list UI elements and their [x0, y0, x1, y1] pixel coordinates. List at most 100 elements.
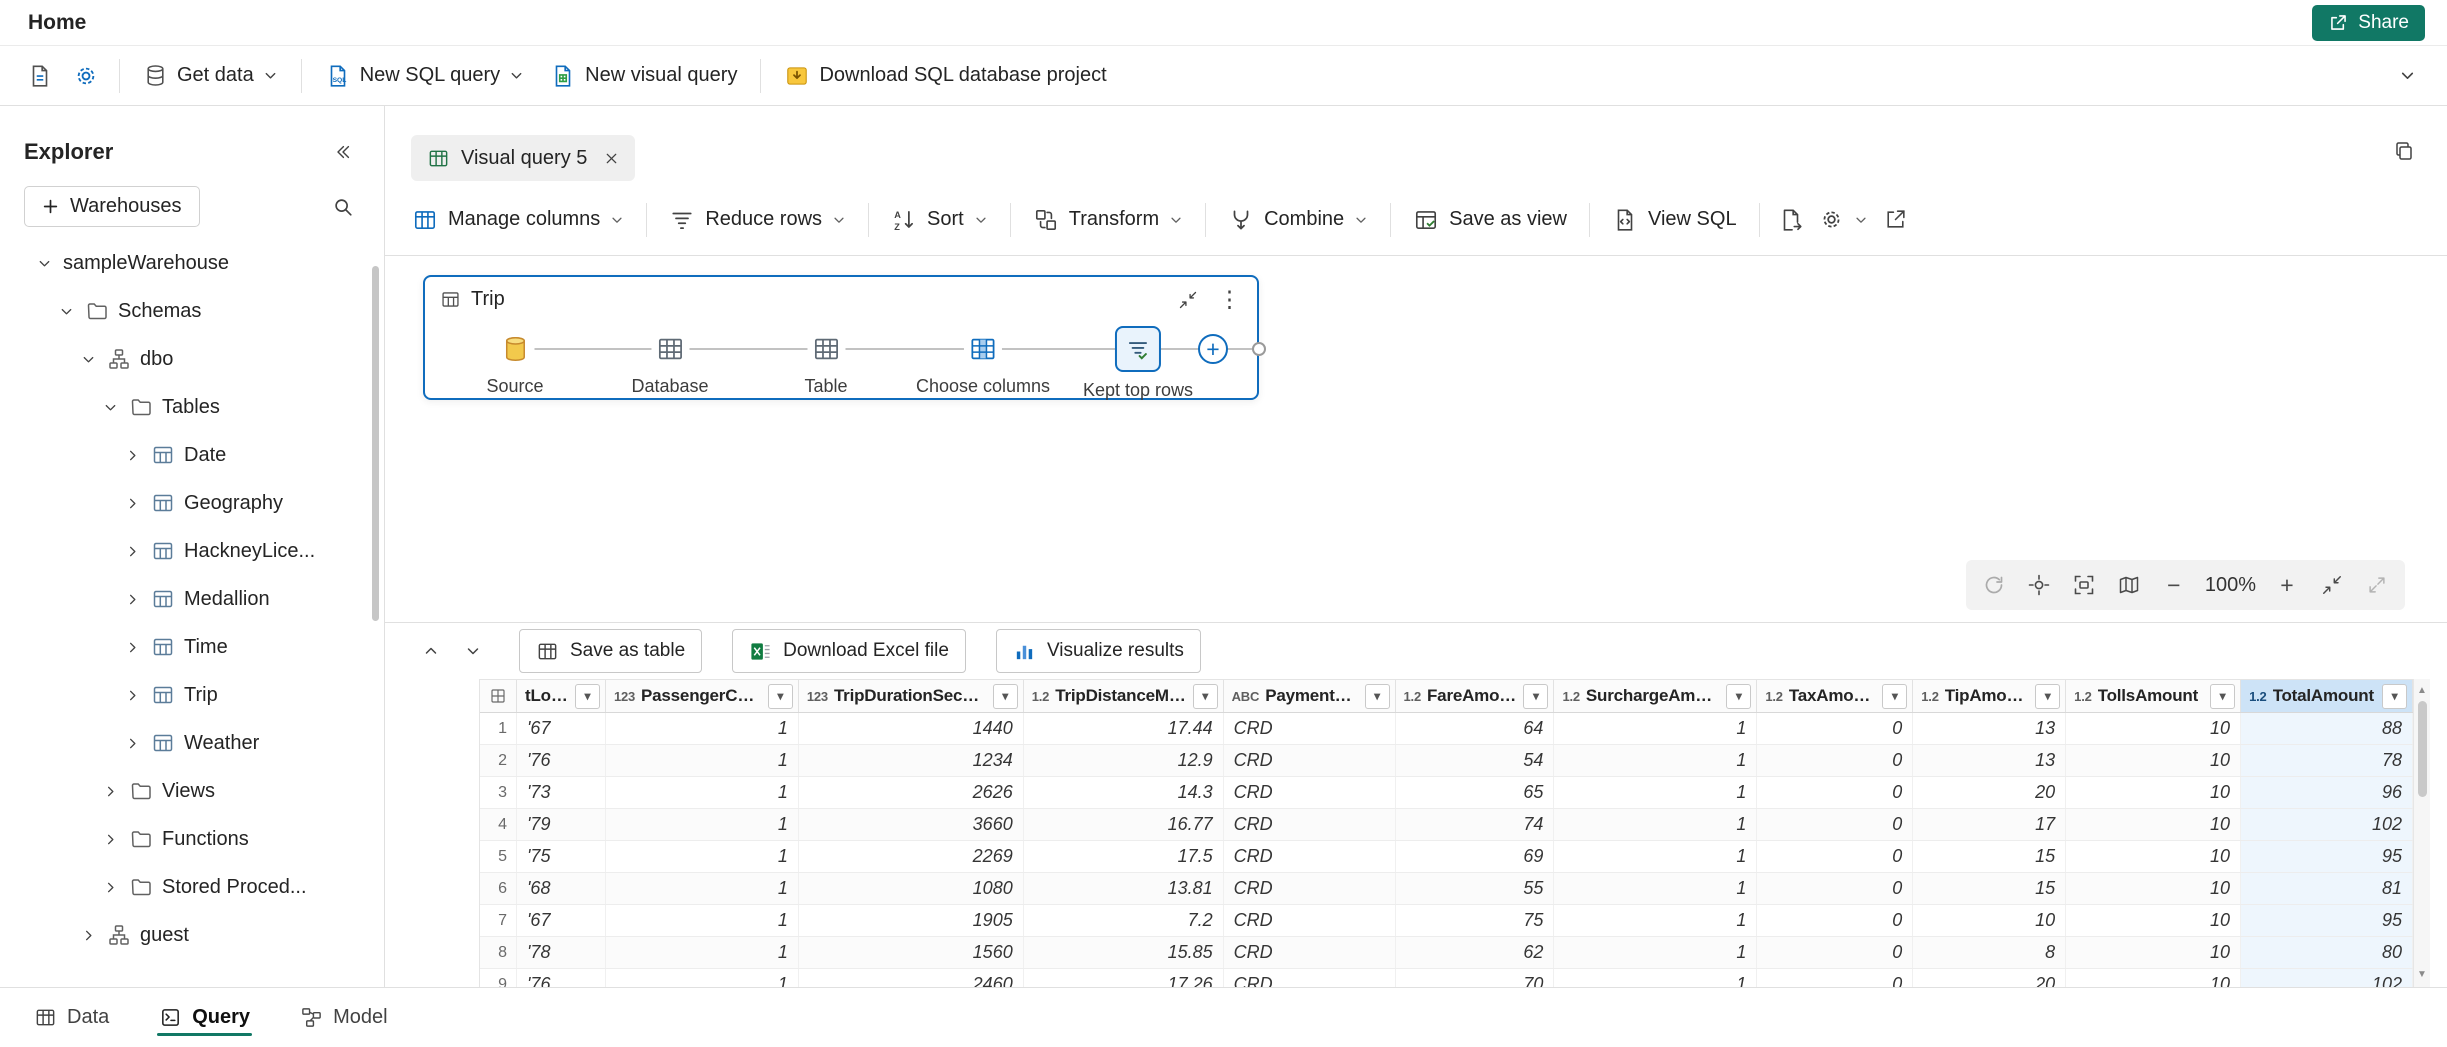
chevron-right-icon[interactable] — [100, 784, 120, 799]
column-header-fareamount[interactable]: 1.2FareAmount▾ — [1396, 680, 1555, 712]
sort-button[interactable]: AZ Sort — [878, 196, 1001, 244]
column-header-tlong[interactable]: tLong▾ — [517, 680, 606, 712]
table-row[interactable]: 5'751226917.5CRD6910151095 — [480, 841, 2413, 873]
step-source[interactable]: Source — [486, 330, 543, 397]
minimap-button[interactable] — [2107, 563, 2151, 607]
fit-to-screen-button[interactable] — [2062, 563, 2106, 607]
table-row[interactable]: 1'671144017.44CRD6410131088 — [480, 713, 2413, 745]
explorer-scrollbar[interactable] — [372, 266, 379, 621]
chevron-down-icon[interactable] — [56, 304, 76, 319]
column-header-tripdurationseconds[interactable]: 123TripDurationSeconds▾ — [799, 680, 1024, 712]
open-in-new-window-button[interactable] — [1874, 198, 1918, 242]
chevron-right-icon[interactable] — [122, 688, 142, 703]
step-choose-columns[interactable]: Choose columns — [916, 330, 1050, 397]
save-as-view-button[interactable]: Save as view — [1400, 196, 1580, 244]
chevron-right-icon[interactable] — [122, 544, 142, 559]
column-header-surchargeamount[interactable]: 1.2SurchargeAmount▾ — [1554, 680, 1757, 712]
download-sql-project-button[interactable]: Download SQL database project — [772, 54, 1118, 98]
scrollbar-thumb[interactable] — [2418, 701, 2427, 797]
tab-data[interactable]: Data — [32, 991, 111, 1044]
ribbon-collapse-button[interactable] — [2385, 54, 2429, 98]
collapse-panel-button[interactable] — [324, 133, 362, 171]
filter-dropdown-button[interactable]: ▾ — [1193, 684, 1218, 709]
tree-item-date[interactable]: Date — [0, 431, 384, 479]
tab-query[interactable]: Query — [157, 991, 252, 1044]
expand-canvas-button[interactable] — [2355, 563, 2399, 607]
filter-dropdown-button[interactable]: ▾ — [2035, 684, 2060, 709]
new-visual-query-button[interactable]: New visual query — [538, 54, 749, 98]
copy-button[interactable] — [2385, 132, 2423, 170]
settings-button[interactable] — [64, 54, 108, 98]
open-script-button[interactable] — [1769, 198, 1813, 242]
tree-item-dbo[interactable]: dbo — [0, 335, 384, 383]
table-row[interactable]: 8'781156015.85CRD621081080 — [480, 937, 2413, 969]
column-header-tollsamount[interactable]: 1.2TollsAmount▾ — [2066, 680, 2241, 712]
table-row[interactable]: 7'67119057.2CRD7510101095 — [480, 905, 2413, 937]
collapse-node-icon[interactable] — [1178, 290, 1198, 310]
tree-item-functions[interactable]: Functions — [0, 815, 384, 863]
table-row[interactable]: 3'731262614.3CRD6510201096 — [480, 777, 2413, 809]
undo-button[interactable] — [1972, 563, 2016, 607]
home-tab[interactable]: Home — [22, 11, 92, 35]
filter-dropdown-button[interactable]: ▾ — [1726, 684, 1751, 709]
column-header-paymenttype[interactable]: ABCPaymentType▾ — [1224, 680, 1396, 712]
new-sql-query-button[interactable]: SQL New SQL query — [313, 54, 536, 98]
reduce-rows-button[interactable]: Reduce rows — [656, 196, 859, 244]
tree-item-tables[interactable]: Tables — [0, 383, 384, 431]
chevron-right-icon[interactable] — [122, 496, 142, 511]
tree-item-samplewarehouse[interactable]: sampleWarehouse — [0, 239, 384, 287]
table-row[interactable]: 2'761123412.9CRD5410131078 — [480, 745, 2413, 777]
expand-results-button[interactable] — [457, 635, 489, 667]
query-canvas[interactable]: Trip ⋮ Source — [385, 256, 2447, 623]
tree-item-trip[interactable]: Trip — [0, 671, 384, 719]
column-header-tipamount[interactable]: 1.2TipAmount▾ — [1913, 680, 2066, 712]
center-canvas-button[interactable] — [2017, 563, 2061, 607]
new-script-button[interactable] — [18, 54, 62, 98]
tree-item-medallion[interactable]: Medallion — [0, 575, 384, 623]
close-icon[interactable] — [604, 151, 619, 166]
chevron-down-icon[interactable] — [34, 256, 54, 271]
chevron-right-icon[interactable] — [100, 880, 120, 895]
query-settings-button[interactable] — [1813, 196, 1874, 244]
filter-dropdown-button[interactable]: ▾ — [768, 684, 793, 709]
chevron-right-icon[interactable] — [122, 736, 142, 751]
step-database[interactable]: Database — [631, 330, 708, 397]
download-excel-button[interactable]: Download Excel file — [732, 629, 966, 673]
scroll-down-arrow[interactable]: ▼ — [2414, 963, 2430, 985]
filter-dropdown-button[interactable]: ▾ — [1882, 684, 1907, 709]
column-header-passengercount[interactable]: 123PassengerCount▾ — [606, 680, 799, 712]
tree-item-guest[interactable]: guest — [0, 911, 384, 959]
tab-model[interactable]: Model — [298, 991, 389, 1044]
connection-endpoint[interactable] — [1252, 342, 1266, 356]
table-row[interactable]: 6'681108013.81CRD5510151081 — [480, 873, 2413, 905]
chevron-down-icon[interactable] — [100, 400, 120, 415]
get-data-button[interactable]: Get data — [131, 54, 290, 98]
add-step-button[interactable]: + — [1198, 334, 1228, 364]
filter-dropdown-button[interactable]: ▾ — [2210, 684, 2235, 709]
tab-visual-query-5[interactable]: Visual query 5 — [411, 135, 635, 181]
tree-item-stored-proced[interactable]: Stored Proced... — [0, 863, 384, 911]
zoom-in-button[interactable]: + — [2265, 563, 2309, 607]
filter-dropdown-button[interactable]: ▾ — [1365, 684, 1390, 709]
collapse-canvas-button[interactable] — [2310, 563, 2354, 607]
tree-item-weather[interactable]: Weather — [0, 719, 384, 767]
manage-columns-button[interactable]: Manage columns — [399, 196, 637, 244]
save-as-table-button[interactable]: Save as table — [519, 629, 702, 673]
query-node-trip[interactable]: Trip ⋮ Source — [423, 275, 1259, 400]
column-header-taxamount[interactable]: 1.2TaxAmount▾ — [1757, 680, 1913, 712]
add-warehouses-button[interactable]: Warehouses — [24, 186, 200, 227]
filter-dropdown-button[interactable]: ▾ — [575, 684, 600, 709]
grid-scrollbar[interactable]: ▲ ▼ — [2413, 679, 2430, 987]
view-sql-button[interactable]: View SQL — [1599, 196, 1750, 244]
tree-item-time[interactable]: Time — [0, 623, 384, 671]
share-button[interactable]: Share — [2312, 5, 2425, 41]
more-options-icon[interactable]: ⋮ — [1214, 288, 1245, 311]
step-kept-top-rows[interactable]: Kept top rows — [1083, 326, 1193, 401]
filter-dropdown-button[interactable]: ▾ — [2382, 684, 2407, 709]
tree-item-views[interactable]: Views — [0, 767, 384, 815]
combine-button[interactable]: Combine — [1215, 196, 1381, 244]
transform-button[interactable]: Transform — [1020, 196, 1196, 244]
chevron-right-icon[interactable] — [122, 592, 142, 607]
zoom-out-button[interactable]: − — [2152, 563, 2196, 607]
tree-item-hackneylice[interactable]: HackneyLice... — [0, 527, 384, 575]
